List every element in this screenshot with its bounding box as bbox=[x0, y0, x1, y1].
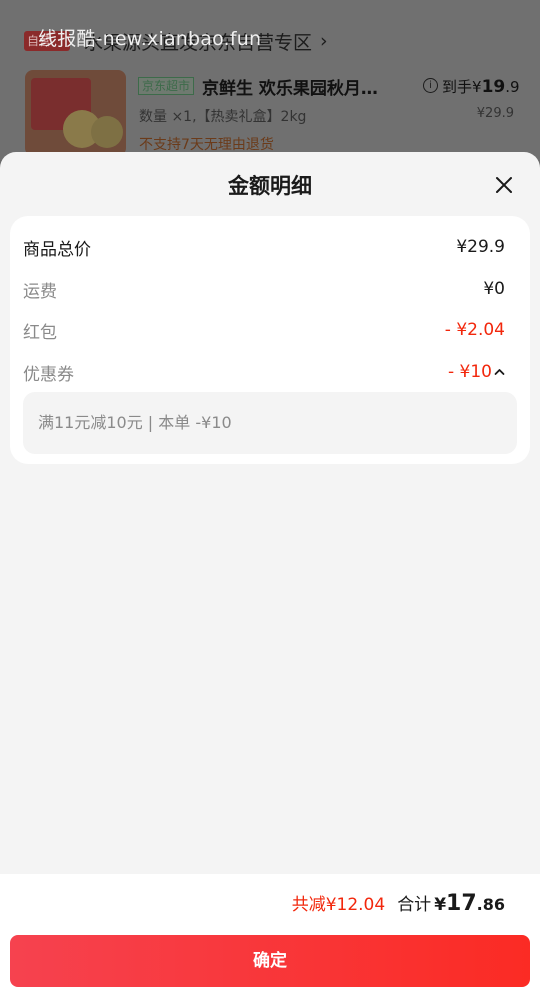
product-thumbnail[interactable] bbox=[25, 70, 126, 156]
product-title[interactable]: 京鲜生 欢乐果园秋月… bbox=[202, 74, 378, 99]
total-decimal: .86 bbox=[476, 895, 505, 914]
row-goods-total: 商品总价 ¥29.9 bbox=[23, 234, 505, 260]
row-value: - ¥2.04 bbox=[444, 320, 505, 340]
info-icon[interactable]: i bbox=[423, 78, 438, 93]
daoshou-price: 到手¥19.9 bbox=[442, 77, 520, 97]
row-shipping: 运费 ¥0 bbox=[23, 276, 505, 302]
total-integer: 17 bbox=[446, 891, 477, 916]
amount-card: 商品总价 ¥29.9 运费 ¥0 红包 - ¥2.04 优惠券 - ¥10 满1… bbox=[10, 216, 530, 464]
row-value: ¥29.9 bbox=[456, 237, 505, 257]
watermark: 线报酷-new.xianbao.fun bbox=[38, 28, 262, 50]
quantity-text: 数量 ×1,【热卖礼盒】2kg bbox=[139, 109, 307, 125]
amount-detail-sheet: 金额明细 商品总价 ¥29.9 运费 ¥0 红包 - ¥2.04 优惠券 - ¥… bbox=[0, 152, 540, 992]
coupon-detail: 满11元减10元 | 本单 -¥10 bbox=[23, 392, 517, 454]
total-currency: ¥ bbox=[434, 895, 447, 915]
row-value: ¥0 bbox=[483, 279, 505, 299]
row-value: - ¥10 bbox=[448, 362, 505, 382]
shop-tag: 京东超市 bbox=[138, 77, 195, 95]
no-return-notice: 不支持7天无理由退货 bbox=[139, 137, 274, 153]
row-coupon[interactable]: 优惠券 - ¥10 bbox=[23, 359, 505, 385]
sheet-title: 金额明细 bbox=[228, 174, 312, 198]
close-icon[interactable] bbox=[491, 172, 517, 198]
total-label: 合计 bbox=[397, 895, 432, 915]
row-red-packet: 红包 - ¥2.04 bbox=[23, 317, 505, 343]
footer-bar: 共减¥12.04 合计 ¥ 17 .86 确定 bbox=[0, 874, 540, 992]
saved-amount: 共减¥12.04 bbox=[291, 895, 386, 915]
price-summary: 共减¥12.04 合计 ¥ 17 .86 bbox=[292, 890, 505, 916]
row-label: 优惠券 bbox=[23, 364, 74, 385]
confirm-button[interactable]: 确定 bbox=[10, 935, 530, 987]
row-label: 红包 bbox=[23, 322, 57, 343]
original-price: ¥29.9 bbox=[476, 106, 514, 121]
row-label: 商品总价 bbox=[23, 239, 91, 260]
order-page-background: 自营 水果源头直发京东自营专区 › 线报酷-new.xianbao.fun 京东… bbox=[0, 0, 540, 160]
chevron-right-icon: › bbox=[320, 30, 328, 52]
row-label: 运费 bbox=[23, 281, 57, 302]
chevron-up-icon[interactable] bbox=[494, 365, 505, 379]
